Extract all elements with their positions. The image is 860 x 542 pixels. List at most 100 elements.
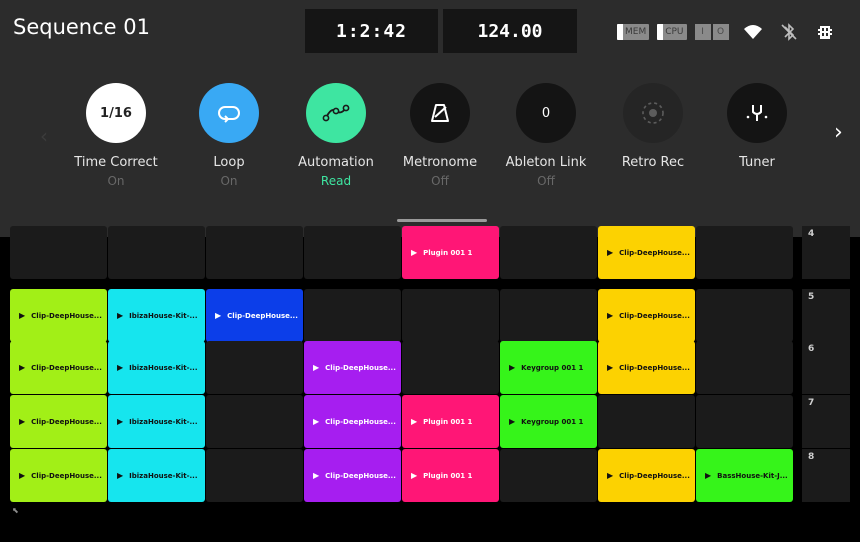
clip-name: IbizaHouse-Kit-...	[129, 363, 198, 372]
bpm-display[interactable]: 124.00	[443, 9, 577, 53]
empty-clip-slot[interactable]	[500, 289, 597, 342]
empty-clip-slot[interactable]	[696, 289, 793, 342]
empty-clip-slot[interactable]	[304, 226, 401, 279]
retro-rec-button[interactable]	[623, 83, 683, 143]
clip-pad[interactable]: ▶ Plugin 001 1	[402, 449, 499, 502]
play-icon: ▶	[607, 311, 614, 320]
clip-pad[interactable]: ▶ Clip-DeepHouse...	[304, 395, 401, 448]
scene-number[interactable]: 5	[802, 289, 850, 342]
scene-number[interactable]: 4	[802, 226, 850, 279]
loop-tool[interactable]: Loop On	[175, 83, 283, 188]
time-position-display[interactable]: 1:2:42	[305, 9, 438, 53]
retro-rec-icon	[642, 102, 664, 124]
output-indicator: O	[712, 24, 729, 40]
automation-tool[interactable]: Automation Read	[282, 83, 390, 188]
memory-meter: MEM	[617, 24, 650, 40]
io-indicator: I O	[694, 24, 729, 40]
empty-clip-slot[interactable]	[500, 449, 597, 502]
clip-name: Clip-DeepHouse...	[325, 417, 396, 426]
clip-pad[interactable]: ▶ IbizaHouse-Kit-...	[108, 341, 205, 394]
time-correct-value: 1/16	[100, 105, 132, 121]
empty-clip-slot[interactable]	[108, 226, 205, 279]
clip-pad[interactable]: ▶ BassHouse-Kit-J...	[696, 449, 793, 502]
clip-name: Clip-DeepHouse...	[227, 311, 298, 320]
time-correct-button[interactable]: 1/16	[86, 83, 146, 143]
metronome-state: Off	[431, 174, 449, 188]
clip-pad[interactable]: ▶ Clip-DeepHouse...	[598, 289, 695, 342]
empty-clip-slot[interactable]	[206, 341, 303, 394]
wifi-icon[interactable]	[743, 22, 763, 42]
clip-pad[interactable]: ▶ Clip-DeepHouse...	[304, 449, 401, 502]
empty-clip-slot[interactable]	[206, 449, 303, 502]
empty-clip-slot[interactable]	[500, 226, 597, 279]
resize-corner-icon[interactable]: ⬉	[12, 506, 19, 515]
clip-pad[interactable]: ▶ Clip-DeepHouse...	[10, 341, 107, 394]
play-icon: ▶	[215, 311, 222, 320]
empty-clip-slot[interactable]	[696, 226, 793, 279]
play-icon: ▶	[117, 471, 124, 480]
metronome-tool[interactable]: Metronome Off	[386, 83, 494, 188]
retro-rec-tool[interactable]: Retro Rec	[599, 83, 707, 170]
play-icon: ▶	[607, 363, 614, 372]
panel-drag-handle[interactable]	[397, 219, 487, 222]
clip-pad[interactable]: ▶ Clip-DeepHouse...	[10, 395, 107, 448]
clip-pad[interactable]: ▶ Clip-DeepHouse...	[10, 289, 107, 342]
tuner-button[interactable]	[727, 83, 787, 143]
clip-pad[interactable]: ▶ Clip-DeepHouse...	[206, 289, 303, 342]
clip-name: Clip-DeepHouse...	[619, 471, 690, 480]
loop-icon	[218, 106, 240, 123]
clip-name: Plugin 001 1	[423, 471, 473, 480]
loop-label: Loop	[213, 155, 245, 170]
empty-clip-slot[interactable]	[10, 226, 107, 279]
clip-pad[interactable]: ▶ Clip-DeepHouse...	[10, 449, 107, 502]
empty-clip-slot[interactable]	[304, 289, 401, 342]
clip-pad[interactable]: ▶ IbizaHouse-Kit-...	[108, 449, 205, 502]
ableton-link-label: Ableton Link	[505, 155, 587, 170]
ableton-link-value: 0	[541, 105, 551, 121]
clip-pad[interactable]: ▶ Clip-DeepHouse...	[598, 226, 695, 279]
ableton-link-tool[interactable]: 0 Ableton Link Off	[492, 83, 600, 188]
clip-name: Keygroup 001 1	[521, 363, 584, 372]
empty-clip-slot[interactable]	[696, 341, 793, 394]
clip-name: Clip-DeepHouse...	[31, 471, 102, 480]
empty-clip-slot[interactable]	[402, 341, 499, 394]
play-icon: ▶	[313, 471, 320, 480]
clip-pad[interactable]: ▶ Keygroup 001 1	[500, 341, 597, 394]
sequence-title[interactable]: Sequence 01	[13, 15, 150, 39]
scene-number[interactable]: 8	[802, 449, 850, 502]
empty-clip-slot[interactable]	[598, 395, 695, 448]
loop-button[interactable]	[199, 83, 259, 143]
clip-name: Clip-DeepHouse...	[31, 363, 102, 372]
clip-pad[interactable]: ▶ IbizaHouse-Kit-...	[108, 395, 205, 448]
metronome-button[interactable]	[410, 83, 470, 143]
play-icon: ▶	[19, 417, 26, 426]
scene-number[interactable]: 7	[802, 395, 850, 448]
empty-clip-slot[interactable]	[402, 289, 499, 342]
clip-pad[interactable]: ▶ Clip-DeepHouse...	[598, 341, 695, 394]
bluetooth-off-icon[interactable]	[779, 22, 799, 42]
automation-button[interactable]	[306, 83, 366, 143]
automation-icon	[322, 104, 350, 122]
play-icon: ▶	[313, 363, 320, 372]
play-icon: ▶	[509, 417, 516, 426]
ableton-link-button[interactable]: 0	[516, 83, 576, 143]
midi-device-icon[interactable]	[815, 22, 835, 42]
scene-number[interactable]: 6	[802, 341, 850, 394]
clip-pad[interactable]: ▶ IbizaHouse-Kit-...	[108, 289, 205, 342]
clip-name: IbizaHouse-Kit-...	[129, 471, 198, 480]
clip-name: Clip-DeepHouse...	[619, 311, 690, 320]
time-correct-tool[interactable]: 1/16 Time Correct On	[62, 83, 170, 188]
empty-clip-slot[interactable]	[206, 395, 303, 448]
scroll-left-icon[interactable]: ‹	[40, 124, 48, 148]
empty-clip-slot[interactable]	[696, 395, 793, 448]
metronome-label: Metronome	[402, 155, 478, 170]
time-correct-state: On	[107, 174, 125, 188]
empty-clip-slot[interactable]	[206, 226, 303, 279]
scroll-right-icon[interactable]: ›	[834, 120, 843, 145]
clip-pad[interactable]: ▶ Plugin 001 1	[402, 395, 499, 448]
clip-pad[interactable]: ▶ Clip-DeepHouse...	[304, 341, 401, 394]
clip-pad[interactable]: ▶ Clip-DeepHouse...	[598, 449, 695, 502]
tuner-tool[interactable]: Tuner	[703, 83, 811, 170]
clip-pad[interactable]: ▶ Plugin 001 1	[402, 226, 499, 279]
clip-pad[interactable]: ▶ Keygroup 001 1	[500, 395, 597, 448]
